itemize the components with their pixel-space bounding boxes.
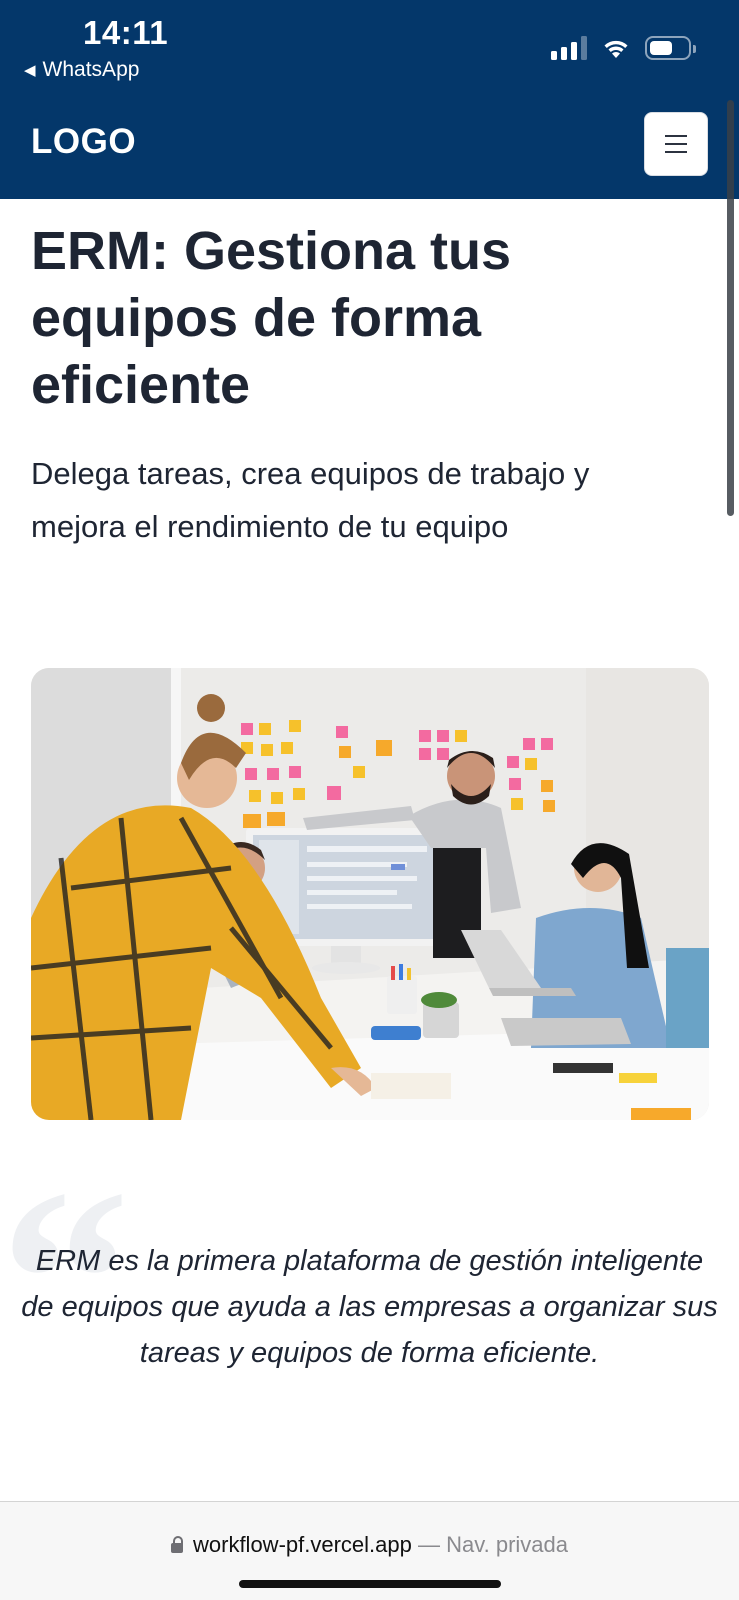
page-scrollbar[interactable] — [727, 100, 734, 516]
hero-subtitle: Delega tareas, crea equipos de trabajo y… — [31, 456, 590, 544]
private-mode-label: Nav. privada — [446, 1532, 568, 1557]
signal-icon — [551, 36, 587, 60]
url-host: workflow-pf.vercel.app — [193, 1532, 412, 1557]
status-time: 14:11 — [83, 14, 169, 51]
hamburger-menu-button[interactable] — [644, 112, 708, 176]
back-app-label: WhatsApp — [42, 58, 140, 81]
hamburger-menu-icon — [665, 135, 687, 153]
team-meeting-illustration — [31, 668, 709, 1120]
hero-title: ERM: Gestiona tus equipos de forma efici… — [31, 221, 512, 415]
lock-icon — [171, 1536, 183, 1553]
back-to-app-link[interactable]: ◀ WhatsApp — [24, 58, 139, 82]
url-separator: — — [418, 1532, 440, 1557]
hero-photo — [31, 668, 709, 1120]
battery-icon — [645, 36, 696, 60]
site-logo[interactable]: LOGO — [31, 122, 136, 162]
wifi-icon — [604, 40, 628, 58]
home-indicator[interactable] — [239, 1580, 501, 1588]
quote-text: ERM es la primera plataforma de gestión … — [21, 1245, 718, 1369]
status-icons — [551, 36, 696, 60]
browser-url-bar[interactable]: workflow-pf.vercel.app — Nav. privada — [0, 1501, 739, 1600]
back-arrow-icon: ◀ — [24, 62, 36, 79]
url-display[interactable]: workflow-pf.vercel.app — Nav. privada — [0, 1532, 739, 1558]
